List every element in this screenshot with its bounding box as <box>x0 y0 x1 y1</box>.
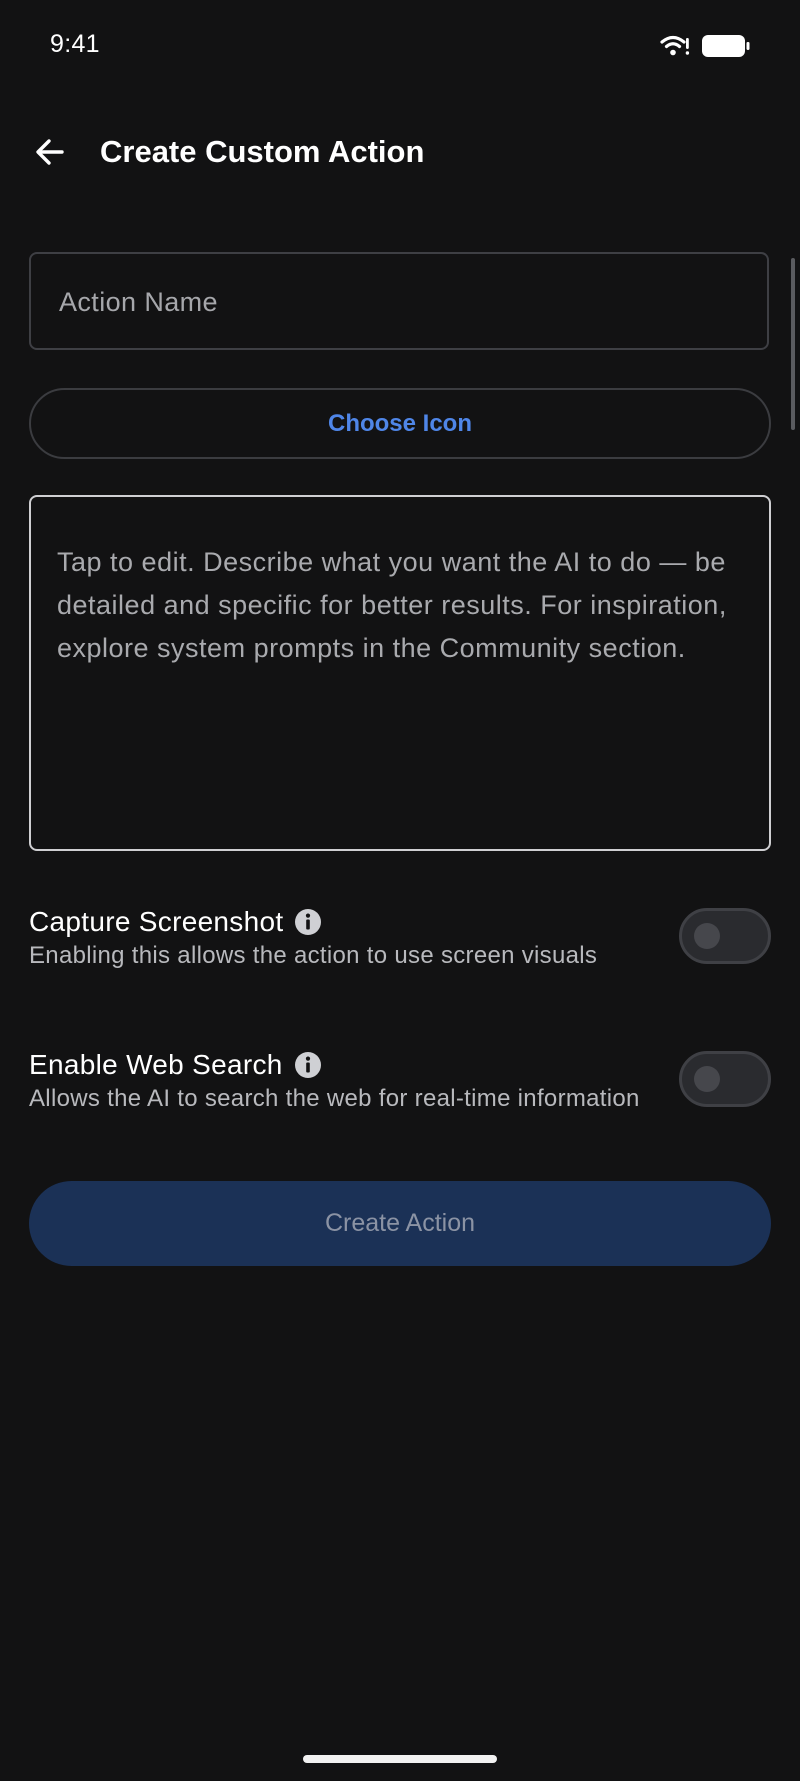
toggle-knob <box>694 1066 720 1092</box>
web-search-title-wrap: Enable Web Search <box>29 1049 322 1081</box>
scrollbar[interactable] <box>791 258 795 430</box>
create-action-button[interactable]: Create Action <box>29 1181 771 1266</box>
wifi-icon <box>660 34 690 58</box>
prompt-field[interactable] <box>29 495 771 851</box>
info-icon[interactable] <box>294 1051 322 1079</box>
capture-screenshot-row: Capture Screenshot Enabling this allows … <box>29 900 771 980</box>
back-button[interactable] <box>26 130 74 178</box>
app-bar: Create Custom Action <box>0 110 800 194</box>
action-name-field[interactable] <box>29 252 769 350</box>
web-search-toggle[interactable] <box>679 1051 771 1107</box>
capture-screenshot-title: Capture Screenshot <box>29 906 284 937</box>
capture-screenshot-description: Enabling this allows the action to use s… <box>29 942 598 969</box>
home-indicator[interactable] <box>303 1755 497 1763</box>
web-search-row: Enable Web Search Allows the AI to searc… <box>29 1043 771 1123</box>
capture-screenshot-title-wrap: Capture Screenshot <box>29 906 322 938</box>
status-bar: 9:41 <box>0 0 800 92</box>
web-search-description: Allows the AI to search the web for real… <box>29 1085 640 1112</box>
action-name-input[interactable] <box>57 254 751 350</box>
arrow-left-icon <box>34 136 66 173</box>
choose-icon-button[interactable]: Choose Icon <box>29 388 771 459</box>
status-time: 9:41 <box>50 30 100 58</box>
web-search-title: Enable Web Search <box>29 1049 283 1080</box>
battery-icon <box>702 34 750 58</box>
page-title: Create Custom Action <box>100 134 425 169</box>
info-icon[interactable] <box>294 908 322 936</box>
toggle-knob <box>694 923 720 949</box>
prompt-textarea[interactable] <box>57 541 747 831</box>
capture-screenshot-toggle[interactable] <box>679 908 771 964</box>
